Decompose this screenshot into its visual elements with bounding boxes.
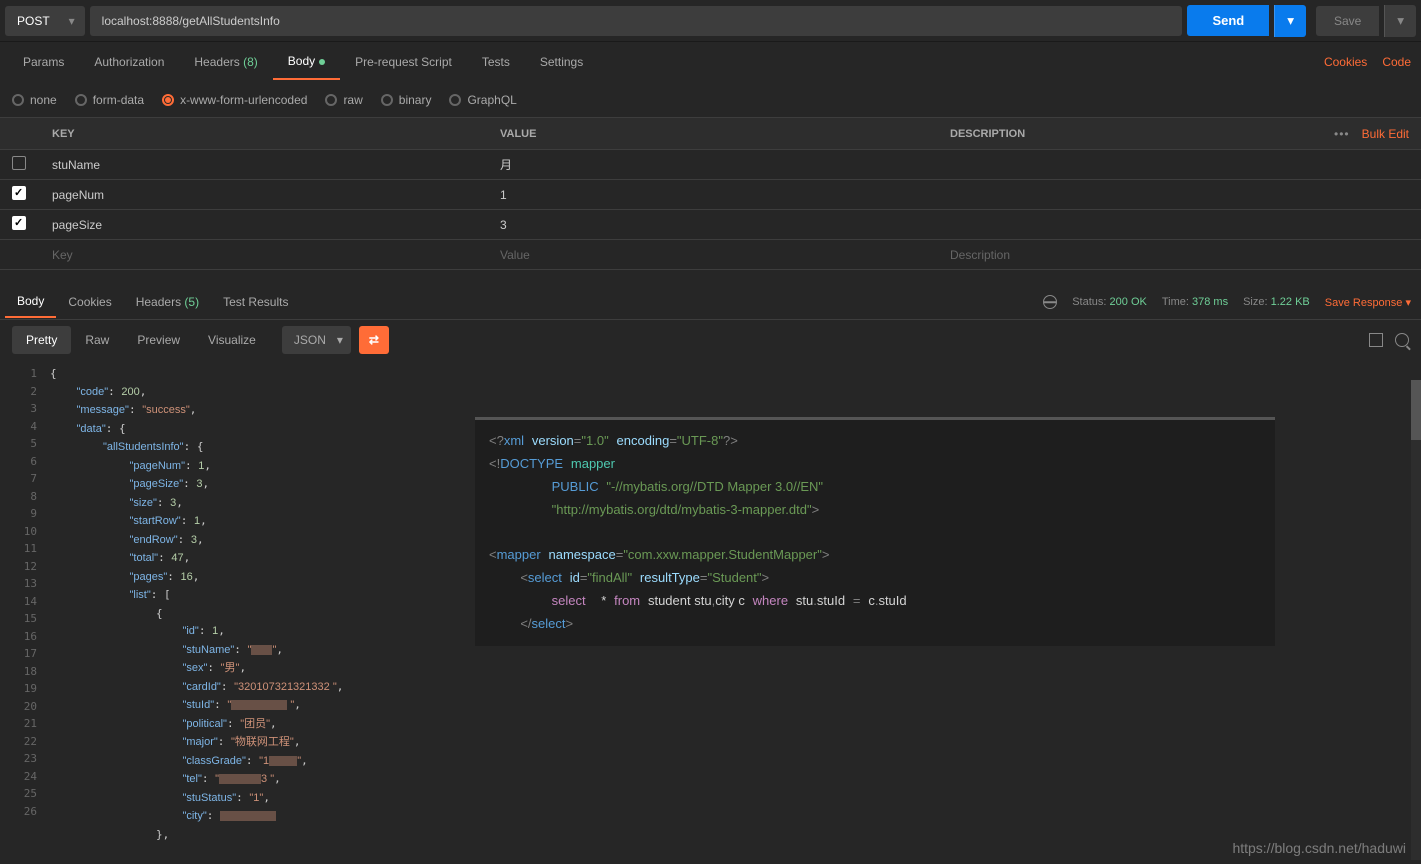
view-mode-tabs: Pretty Raw Preview Visualize JSON ⇄ (0, 320, 1421, 360)
placeholder-value[interactable]: Value (488, 248, 938, 262)
radio-icon (325, 94, 337, 106)
size-label: Size: (1243, 296, 1267, 308)
tab-body[interactable]: Body (273, 44, 340, 80)
radio-label: none (30, 93, 57, 107)
radio-icon (381, 94, 393, 106)
radio-icon (12, 94, 24, 106)
params-table-header: KEY VALUE DESCRIPTION ••• Bulk Edit (0, 118, 1421, 150)
line-numbers: 1 2 3 4 5 6 7 8 9 10 11 12 13 14 15 16 1… (0, 360, 45, 850)
placeholder-description[interactable]: Description (938, 248, 1421, 262)
radio-icon (162, 94, 174, 106)
row-value[interactable]: 1 (488, 188, 938, 202)
body-modified-dot (319, 59, 325, 65)
globe-icon[interactable] (1043, 295, 1057, 309)
save-button[interactable]: Save (1316, 6, 1379, 36)
row-checkbox[interactable] (12, 156, 26, 170)
radio-label: form-data (93, 93, 144, 107)
radio-graphql[interactable]: GraphQL (449, 93, 516, 107)
search-icon[interactable] (1395, 333, 1409, 347)
request-tabs: Params Authorization Headers (8) Body Pr… (0, 42, 1421, 82)
radio-label: x-www-form-urlencoded (180, 93, 307, 107)
tab-prerequest[interactable]: Pre-request Script (340, 45, 467, 79)
radio-label: GraphQL (467, 93, 516, 107)
copy-icon[interactable] (1369, 333, 1383, 347)
params-table: KEY VALUE DESCRIPTION ••• Bulk Edit stuN… (0, 117, 1421, 270)
time-label: Time: (1162, 296, 1189, 308)
radio-icon (75, 94, 87, 106)
resp-headers-label: Headers (136, 295, 181, 309)
radio-icon (449, 94, 461, 106)
tab-authorization[interactable]: Authorization (79, 45, 179, 79)
placeholder-key[interactable]: Key (40, 248, 488, 262)
wrap-icon[interactable]: ⇄ (359, 326, 389, 354)
time-value: 378 ms (1192, 296, 1228, 308)
send-dropdown[interactable]: ▾ (1274, 5, 1306, 37)
send-button[interactable]: Send (1187, 5, 1269, 36)
row-value[interactable]: 月 (488, 156, 938, 173)
status-value: 200 OK (1110, 296, 1147, 308)
tab-body-label: Body (288, 54, 315, 68)
tab-headers-label: Headers (194, 55, 239, 69)
view-visualize[interactable]: Visualize (194, 326, 270, 354)
status-label: Status: (1072, 296, 1106, 308)
resp-tab-testresults[interactable]: Test Results (211, 287, 300, 317)
view-raw[interactable]: Raw (71, 326, 123, 354)
view-preview[interactable]: Preview (123, 326, 194, 354)
radio-raw[interactable]: raw (325, 93, 362, 107)
header-value: VALUE (488, 128, 938, 140)
radio-urlencoded[interactable]: x-www-form-urlencoded (162, 93, 307, 107)
method-select[interactable]: POST (5, 6, 85, 36)
more-icon[interactable]: ••• (1334, 127, 1350, 141)
body-type-radios: none form-data x-www-form-urlencoded raw… (0, 82, 1421, 117)
format-select[interactable]: JSON (282, 326, 351, 354)
request-right-links: Cookies Code (1324, 55, 1411, 69)
row-key[interactable]: pageSize (40, 218, 488, 232)
url-input[interactable] (90, 6, 1183, 36)
table-row[interactable]: stuName 月 (0, 150, 1421, 180)
radio-none[interactable]: none (12, 93, 57, 107)
view-pretty[interactable]: Pretty (12, 326, 71, 354)
response-status-bar: Status: 200 OK Time: 378 ms Size: 1.22 K… (1043, 295, 1411, 309)
table-row-placeholder[interactable]: Key Value Description (0, 240, 1421, 270)
cookies-link[interactable]: Cookies (1324, 55, 1367, 69)
resp-tab-headers[interactable]: Headers (5) (124, 287, 211, 317)
radio-binary[interactable]: binary (381, 93, 432, 107)
row-value[interactable]: 3 (488, 218, 938, 232)
scrollbar-thumb[interactable] (1411, 380, 1421, 440)
bulk-edit-link[interactable]: Bulk Edit (1362, 127, 1409, 141)
radio-formdata[interactable]: form-data (75, 93, 144, 107)
size-value: 1.22 KB (1271, 296, 1310, 308)
resp-tab-cookies[interactable]: Cookies (56, 287, 123, 317)
table-row[interactable]: pageSize 3 (0, 210, 1421, 240)
code-link[interactable]: Code (1382, 55, 1411, 69)
xml-code-overlay: <?xml version="1.0" encoding="UTF-8"?> <… (475, 417, 1275, 646)
tab-settings[interactable]: Settings (525, 45, 598, 79)
header-key: KEY (40, 128, 488, 140)
headers-count: (8) (243, 55, 258, 69)
radio-label: binary (399, 93, 432, 107)
resp-tab-body[interactable]: Body (5, 286, 56, 318)
scrollbar[interactable] (1411, 380, 1421, 860)
tab-tests[interactable]: Tests (467, 45, 525, 79)
row-key[interactable]: stuName (40, 158, 488, 172)
save-response-label: Save Response (1325, 297, 1403, 309)
request-bar: POST Send ▾ Save ▾ (0, 0, 1421, 42)
watermark: https://blog.csdn.net/haduwi (1232, 840, 1406, 856)
tab-params[interactable]: Params (8, 45, 79, 79)
row-checkbox[interactable] (12, 216, 26, 230)
table-row[interactable]: pageNum 1 (0, 180, 1421, 210)
save-dropdown[interactable]: ▾ (1384, 5, 1416, 37)
response-tabs: Body Cookies Headers (5) Test Results St… (0, 285, 1421, 320)
radio-label: raw (343, 93, 362, 107)
resp-headers-count: (5) (184, 295, 199, 309)
tab-headers[interactable]: Headers (8) (179, 45, 272, 79)
save-response-link[interactable]: Save Response ▾ (1325, 296, 1411, 309)
header-description: DESCRIPTION (938, 128, 1334, 140)
row-checkbox[interactable] (12, 186, 26, 200)
row-key[interactable]: pageNum (40, 188, 488, 202)
